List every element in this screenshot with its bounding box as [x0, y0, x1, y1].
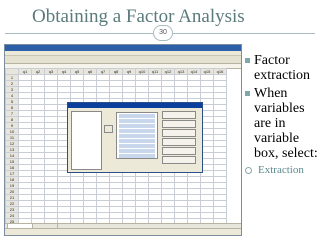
selected-variable-item	[119, 114, 155, 118]
title-divider-left	[5, 33, 153, 34]
selected-variable-item	[119, 124, 155, 128]
selected-variables-list	[116, 112, 158, 159]
sub-bullet-text: Extraction	[258, 164, 304, 176]
dialog-option-button	[162, 138, 196, 146]
dialog-title-bar	[68, 103, 202, 108]
bullet-text: When variables are in variable box, sele…	[254, 86, 318, 161]
dialog-option-button	[162, 147, 196, 155]
circle-bullet-icon	[245, 167, 252, 174]
bullet-list: Factor extraction When variables are in …	[242, 53, 320, 177]
dialog-option-button	[162, 129, 196, 137]
title-divider-right	[171, 33, 315, 34]
selected-variable-item	[119, 144, 155, 148]
selected-variable-item	[119, 129, 155, 133]
dialog-option-button	[162, 111, 196, 119]
slide-number-badge: 30	[153, 25, 173, 41]
spss-status-bar	[5, 228, 241, 235]
bullet-factor-extraction: Factor extraction	[242, 53, 320, 83]
square-bullet-icon	[245, 91, 250, 96]
source-variable-list	[71, 111, 102, 170]
sub-bullet-extraction: Extraction	[242, 164, 320, 177]
selected-variable-item	[119, 154, 155, 158]
bullet-text: Factor extraction	[254, 53, 310, 83]
dialog-option-button	[162, 120, 196, 128]
dialog-option-button	[162, 156, 196, 164]
selected-variable-item	[119, 139, 155, 143]
square-bullet-icon	[245, 58, 250, 63]
bullet-when-variables: When variables are in variable box, sele…	[242, 86, 320, 161]
move-variable-arrow-button	[104, 125, 113, 133]
selected-variable-item	[119, 134, 155, 138]
selected-variable-item	[119, 149, 155, 153]
slide-title: Obtaining a Factor Analysis	[32, 6, 245, 27]
spss-toolbar	[5, 56, 241, 64]
selected-variable-item	[119, 119, 155, 123]
factor-analysis-dialog	[67, 102, 203, 173]
